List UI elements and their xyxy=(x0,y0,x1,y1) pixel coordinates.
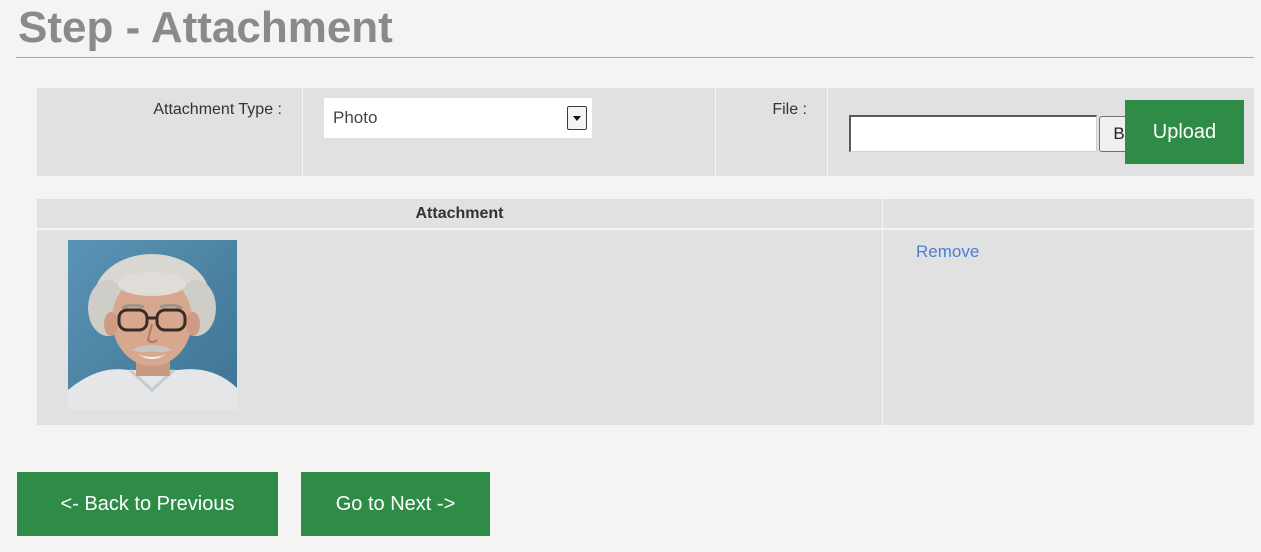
attachment-type-label: Attachment Type : xyxy=(153,101,282,118)
attachment-form-row: Attachment Type : Photo File : B Upload xyxy=(37,88,1254,176)
table-row-attachment-cell xyxy=(37,230,882,425)
table-header-row: Attachment xyxy=(37,199,1254,228)
column-header-action xyxy=(882,199,1254,228)
file-label: File : xyxy=(772,101,807,118)
attachment-type-select[interactable]: Photo xyxy=(324,98,592,138)
attachment-type-select-cell: Photo xyxy=(302,88,715,176)
portrait-photo xyxy=(68,240,237,410)
column-header-attachment: Attachment xyxy=(415,205,504,222)
file-label-cell: File : xyxy=(715,88,827,176)
file-path-input[interactable] xyxy=(849,115,1097,152)
remove-link[interactable]: Remove xyxy=(916,242,979,262)
page-title: Step - Attachment xyxy=(18,3,393,52)
upload-button[interactable]: Upload xyxy=(1125,100,1244,164)
portrait-photo-image xyxy=(68,240,237,410)
table-row-action-cell: Remove xyxy=(882,230,1254,425)
title-divider xyxy=(16,57,1254,58)
attachment-table: Attachment Remove xyxy=(37,199,1254,425)
attachment-type-selected-value: Photo xyxy=(333,108,378,127)
attachment-step-page: Step - Attachment Attachment Type : Phot… xyxy=(0,0,1261,552)
attachment-type-label-cell: Attachment Type : xyxy=(37,88,302,176)
back-to-previous-button[interactable]: <- Back to Previous xyxy=(17,472,278,536)
file-input-cell: B Upload xyxy=(827,88,1254,176)
dropdown-arrow-icon[interactable] xyxy=(567,106,587,130)
go-to-next-button[interactable]: Go to Next -> xyxy=(301,472,490,536)
